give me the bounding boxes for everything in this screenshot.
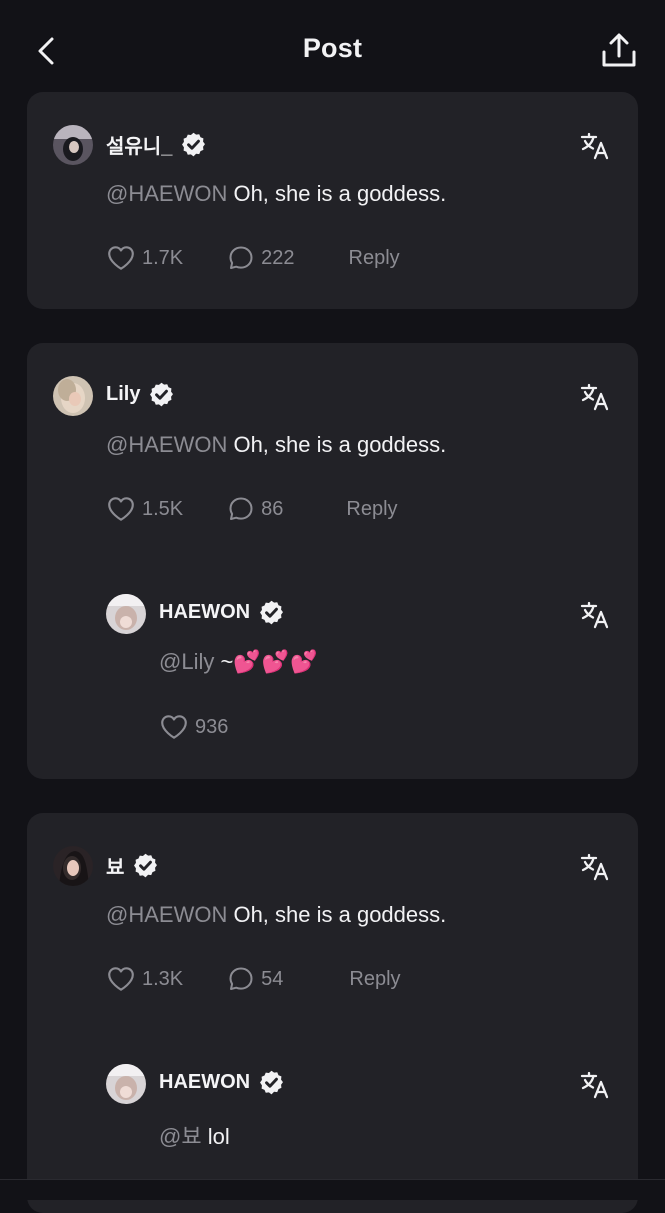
verified-badge-icon (258, 599, 285, 626)
comment-actions: 1.3K 54 Reply (106, 964, 401, 994)
reply-username[interactable]: HAEWON (159, 1069, 285, 1096)
avatar[interactable] (53, 846, 93, 886)
username-text[interactable]: 설유니_ (106, 130, 172, 159)
avatar[interactable] (53, 125, 93, 165)
comment-count-button[interactable]: 86 (227, 495, 283, 523)
reply-avatar[interactable] (106, 1064, 146, 1104)
comment-count-button[interactable]: 54 (227, 965, 283, 993)
reply-text: @Lily ~💕💕💕 (159, 649, 319, 675)
top-bar: Post (0, 0, 665, 92)
bottom-bar-edge (0, 1179, 665, 1200)
comment-bubble-icon (227, 965, 255, 993)
comment-text: @HAEWON Oh, she is a goddess. (106, 432, 446, 458)
comment-bubble-icon (227, 244, 255, 272)
like-button[interactable]: 1.5K (106, 494, 183, 524)
reply-username-text[interactable]: HAEWON (159, 1071, 250, 1094)
comment-bubble-icon (227, 495, 255, 523)
comment-count: 86 (261, 497, 284, 520)
reply-actions: 936 (159, 712, 228, 742)
mention-link[interactable]: @HAEWON (106, 432, 227, 457)
like-button[interactable]: 936 (159, 712, 228, 742)
translate-icon[interactable] (579, 851, 611, 883)
translate-icon[interactable] (579, 381, 611, 413)
translate-icon[interactable] (579, 599, 611, 631)
verified-badge-icon (258, 1069, 285, 1096)
reply-body: ~ (214, 649, 234, 674)
comment-actions: 1.5K 86 Reply (106, 494, 398, 524)
verified-badge-icon (180, 131, 207, 158)
username-text[interactable]: Lily (106, 383, 140, 406)
username-text[interactable]: 뵤 (106, 851, 124, 880)
page-title: Post (302, 33, 363, 63)
verified-badge-icon (148, 381, 175, 408)
comment-count-button[interactable]: 222 (227, 244, 295, 272)
like-button[interactable]: 1.7K (106, 243, 183, 273)
username[interactable]: 설유니_ (106, 130, 207, 159)
like-count: 1.7K (142, 246, 184, 269)
reply-avatar[interactable] (106, 594, 146, 634)
reply-body: lol (201, 1124, 230, 1149)
mention-link[interactable]: @HAEWON (106, 181, 227, 206)
share-upload-icon (602, 33, 636, 67)
username[interactable]: Lily (106, 381, 175, 408)
reply-button[interactable]: Reply (349, 247, 400, 270)
heart-icon (159, 712, 189, 742)
comment-count: 222 (261, 246, 295, 269)
heart-icon (106, 243, 136, 273)
comment-card: 뵤 @HAEWON Oh, she is a goddess. 1.3K 54 … (27, 813, 638, 1213)
username[interactable]: 뵤 (106, 851, 159, 880)
mention-link[interactable]: @HAEWON (106, 902, 227, 927)
mention-link[interactable]: @뵤 (159, 1124, 202, 1149)
avatar[interactable] (53, 376, 93, 416)
heart-icon (106, 964, 136, 994)
reply-text: @뵤 lol (159, 1119, 230, 1151)
reply-button[interactable]: Reply (346, 498, 397, 521)
verified-badge-icon (132, 852, 159, 879)
like-count: 1.5K (142, 497, 184, 520)
like-button[interactable]: 1.3K (106, 964, 183, 994)
mention-link[interactable]: @Lily (159, 649, 214, 674)
comment-actions: 1.7K 222 Reply (106, 243, 400, 273)
like-count: 936 (195, 715, 229, 738)
comment-body: Oh, she is a goddess. (227, 181, 447, 206)
comment-body: Oh, she is a goddess. (227, 432, 447, 457)
reply-username-text[interactable]: HAEWON (159, 601, 250, 624)
hearts-emoji: 💕💕💕 (233, 649, 319, 674)
heart-icon (106, 494, 136, 524)
comment-card: Lily @HAEWON Oh, she is a goddess. 1.5K … (27, 343, 638, 779)
comment-text: @HAEWON Oh, she is a goddess. (106, 902, 446, 928)
comment-body: Oh, she is a goddess. (227, 902, 447, 927)
reply-username[interactable]: HAEWON (159, 599, 285, 626)
translate-icon[interactable] (579, 130, 611, 162)
translate-icon[interactable] (579, 1069, 611, 1101)
comment-count: 54 (261, 967, 284, 990)
like-count: 1.3K (142, 967, 184, 990)
comment-card: 설유니_ @HAEWON Oh, she is a goddess. 1.7K … (27, 92, 638, 309)
reply-button[interactable]: Reply (349, 968, 400, 991)
share-button[interactable] (599, 32, 639, 70)
comment-text: @HAEWON Oh, she is a goddess. (106, 181, 446, 207)
